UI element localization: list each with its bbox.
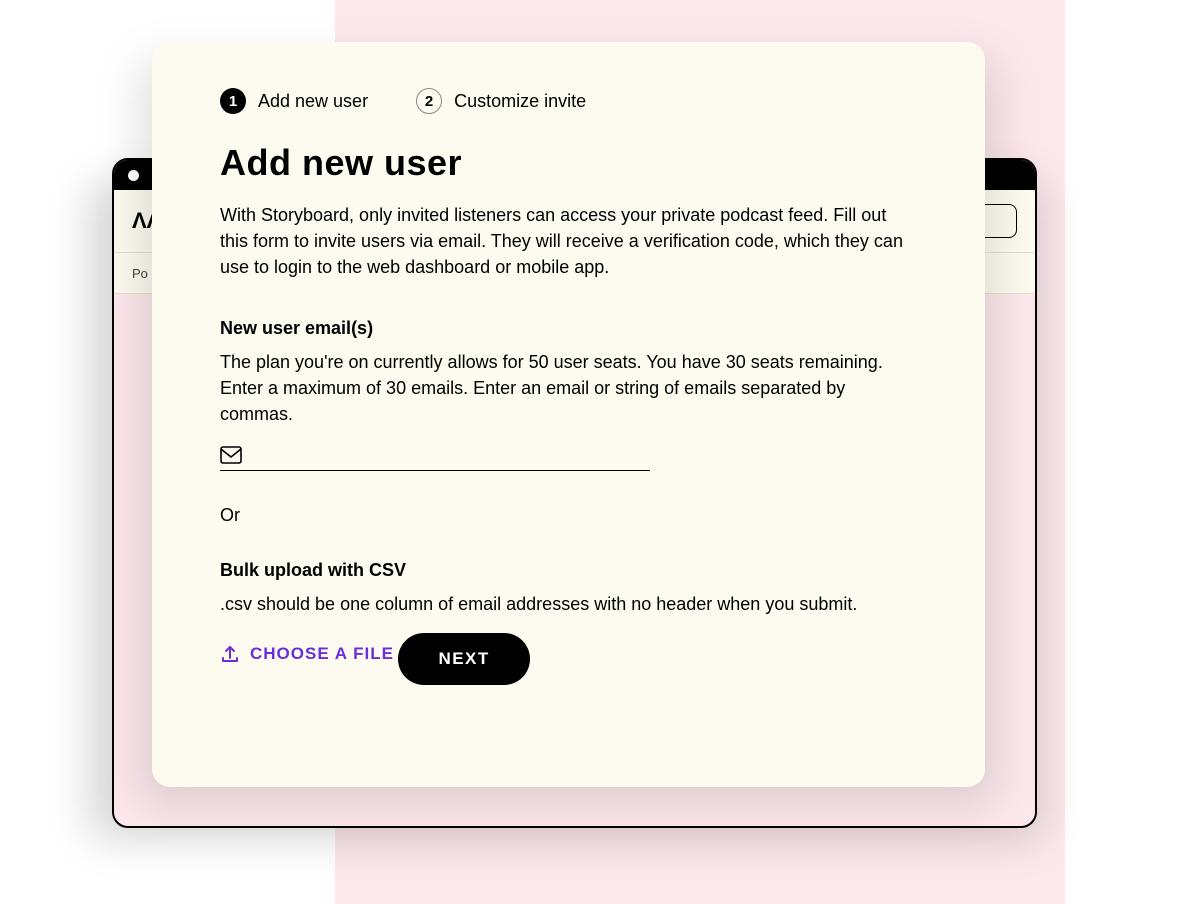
next-button[interactable]: NEXT bbox=[398, 633, 529, 685]
step-1[interactable]: 1 Add new user bbox=[220, 88, 368, 114]
modal-title: Add new user bbox=[220, 142, 917, 184]
step-1-label: Add new user bbox=[258, 91, 368, 112]
choose-file-button[interactable]: CHOOSE A FILE bbox=[220, 644, 394, 664]
step-2-label: Customize invite bbox=[454, 91, 586, 112]
add-user-modal: 1 Add new user 2 Customize invite Add ne… bbox=[152, 42, 985, 787]
csv-section-label: Bulk upload with CSV bbox=[220, 560, 917, 581]
modal-description: With Storyboard, only invited listeners … bbox=[220, 202, 917, 280]
mail-icon bbox=[220, 446, 242, 464]
step-2[interactable]: 2 Customize invite bbox=[416, 88, 586, 114]
wizard-stepper: 1 Add new user 2 Customize invite bbox=[220, 88, 917, 114]
email-section-label: New user email(s) bbox=[220, 318, 917, 339]
email-input[interactable] bbox=[252, 446, 650, 464]
step-2-badge: 2 bbox=[416, 88, 442, 114]
or-divider: Or bbox=[220, 505, 917, 526]
step-1-badge: 1 bbox=[220, 88, 246, 114]
email-input-container bbox=[220, 446, 650, 471]
email-section-help: The plan you're on currently allows for … bbox=[220, 349, 917, 427]
upload-icon bbox=[220, 644, 240, 664]
csv-section-help: .csv should be one column of email addre… bbox=[220, 591, 917, 617]
choose-file-label: CHOOSE A FILE bbox=[250, 644, 394, 664]
window-control-dot bbox=[128, 170, 139, 181]
